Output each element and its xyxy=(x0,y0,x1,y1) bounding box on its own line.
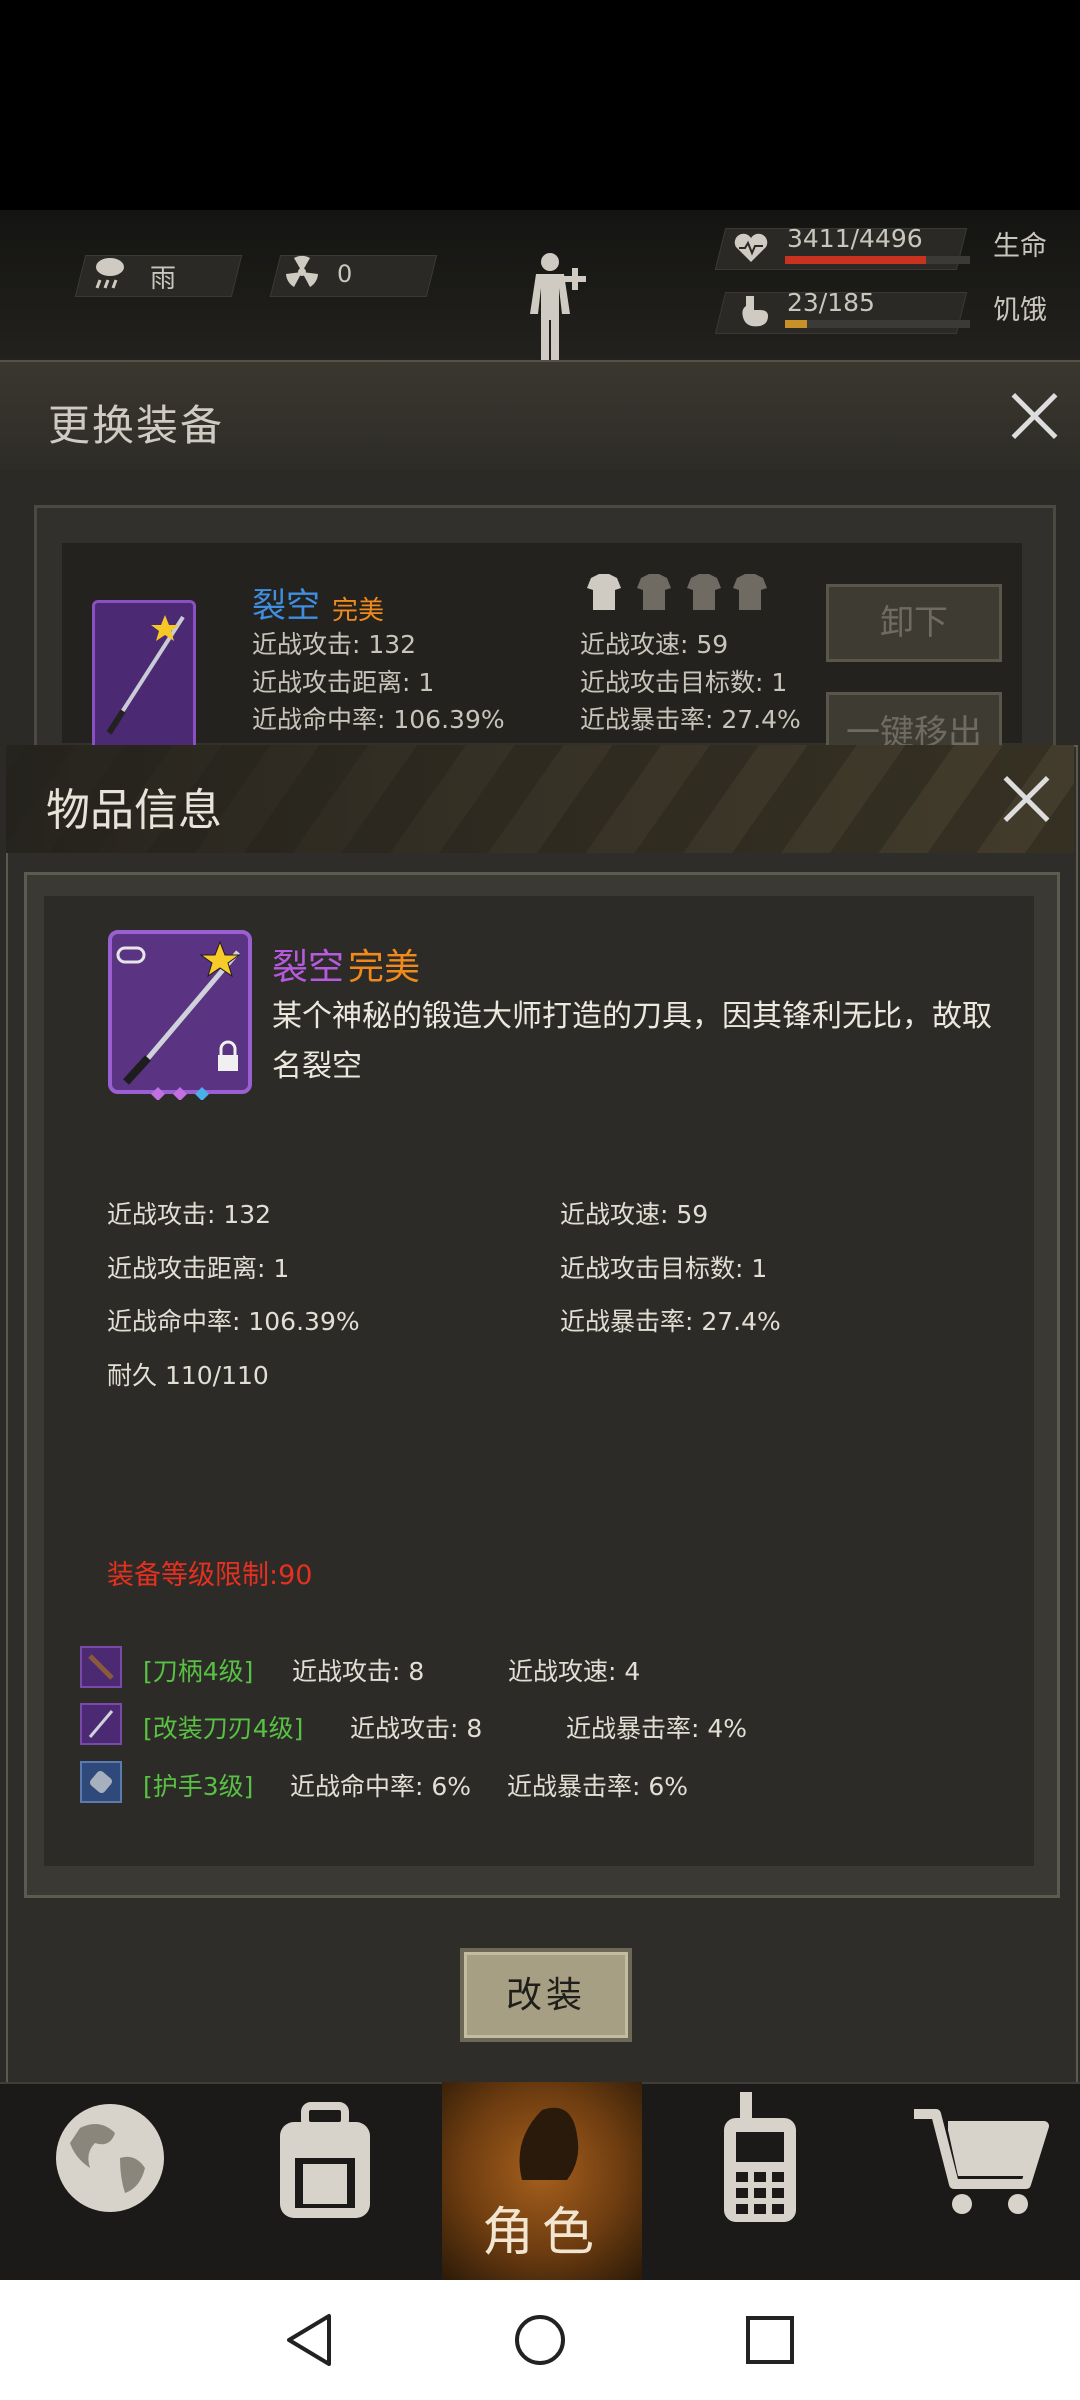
cart-icon[interactable] xyxy=(910,2100,1050,2220)
mod-name: [改装刀刃4级] xyxy=(143,1714,304,1743)
item-description: 某个神秘的锻造大师打造的刀具，因其锋利无比，故取名裂空 xyxy=(272,999,992,1084)
equipped-stat: 近战攻击目标数: 1 xyxy=(580,668,788,697)
item-name: 裂空 xyxy=(272,947,345,988)
stat-melee-attack: 近战攻击: 132 xyxy=(107,1200,272,1229)
equipped-stat: 近战攻速: 59 xyxy=(580,630,729,659)
rain-cloud-icon xyxy=(95,258,124,289)
hunger-label: 饥饿 xyxy=(993,295,1047,326)
mod-stat: 近战暴击率: 6% xyxy=(507,1772,689,1801)
backpack-icon[interactable] xyxy=(265,2098,385,2223)
stat-melee-accuracy: 近战命中率: 106.39% xyxy=(107,1307,360,1336)
character-icon xyxy=(519,2107,579,2180)
globe-icon[interactable] xyxy=(50,2098,170,2218)
unequip-button[interactable]: 卸下 xyxy=(826,584,1002,662)
radiation-value: 0 xyxy=(337,260,353,288)
stat-melee-crit: 近战暴击率: 27.4% xyxy=(560,1307,781,1336)
equipped-stat: 近战命中率: 106.39% xyxy=(252,705,505,734)
nav-active-label: 角色 xyxy=(481,2203,602,2263)
equipped-stat: 近战攻击距离: 1 xyxy=(252,668,435,697)
stat-melee-targets: 近战攻击目标数: 1 xyxy=(560,1254,768,1283)
item-quality: 完美 xyxy=(348,947,421,988)
close-dialog-icon[interactable] xyxy=(1000,773,1052,825)
mod-stat: 近战命中率: 6% xyxy=(290,1772,472,1801)
level-limit: 装备等级限制:90 xyxy=(107,1560,313,1591)
hunger-bar xyxy=(785,320,970,328)
equipment-title: 更换装备 xyxy=(48,401,225,450)
katana-icon xyxy=(108,930,252,1101)
equipped-stat: 近战暴击率: 27.4% xyxy=(580,705,801,734)
mod-name: [护手3级] xyxy=(143,1772,254,1801)
blade-mod-icon xyxy=(80,1703,122,1745)
character-body-icon[interactable] xyxy=(520,250,590,360)
equipped-item-icon[interactable] xyxy=(92,600,196,751)
heart-icon xyxy=(734,233,768,262)
health-value: 3411/4496 xyxy=(787,224,923,253)
shirt-slots-icon xyxy=(587,574,767,610)
dialog-title: 物品信息 xyxy=(46,785,222,836)
guard-mod-icon xyxy=(80,1761,122,1803)
weather-label: 雨 xyxy=(150,264,177,294)
mod-stat: 近战攻击: 8 xyxy=(292,1657,425,1686)
equipped-item-quality: 完美 xyxy=(332,596,385,626)
modify-button-label: 改装 xyxy=(505,1975,586,2016)
home-icon[interactable] xyxy=(512,2312,568,2368)
mod-stat: 近战攻速: 4 xyxy=(508,1657,641,1686)
health-bar xyxy=(785,256,970,264)
mod-name: [刀柄4级] xyxy=(143,1657,254,1686)
hunger-value: 23/185 xyxy=(787,288,875,317)
stat-melee-speed: 近战攻速: 59 xyxy=(560,1200,709,1229)
stomach-icon xyxy=(742,296,768,327)
mod-stat: 近战暴击率: 4% xyxy=(566,1714,748,1743)
top-black-area xyxy=(0,0,1080,210)
back-icon[interactable] xyxy=(283,2312,339,2368)
item-icon xyxy=(108,930,252,1101)
radio-icon[interactable] xyxy=(710,2088,810,2228)
handle-mod-icon xyxy=(80,1646,122,1688)
stat-melee-range: 近战攻击距离: 1 xyxy=(107,1254,290,1283)
recents-icon[interactable] xyxy=(742,2312,798,2368)
status-panel: 雨 0 3411/4496 生命 23/185 饥饿 xyxy=(0,210,1080,360)
equipped-item-name: 裂空 xyxy=(252,586,320,626)
stat-durability: 耐久 110/110 xyxy=(107,1361,269,1390)
health-label: 生命 xyxy=(993,231,1047,262)
mod-stat: 近战攻击: 8 xyxy=(350,1714,483,1743)
radiation-icon xyxy=(286,255,318,287)
equipped-stat: 近战攻击: 132 xyxy=(252,630,417,659)
close-equipment-icon[interactable] xyxy=(1008,390,1060,442)
katana-icon xyxy=(106,615,185,735)
